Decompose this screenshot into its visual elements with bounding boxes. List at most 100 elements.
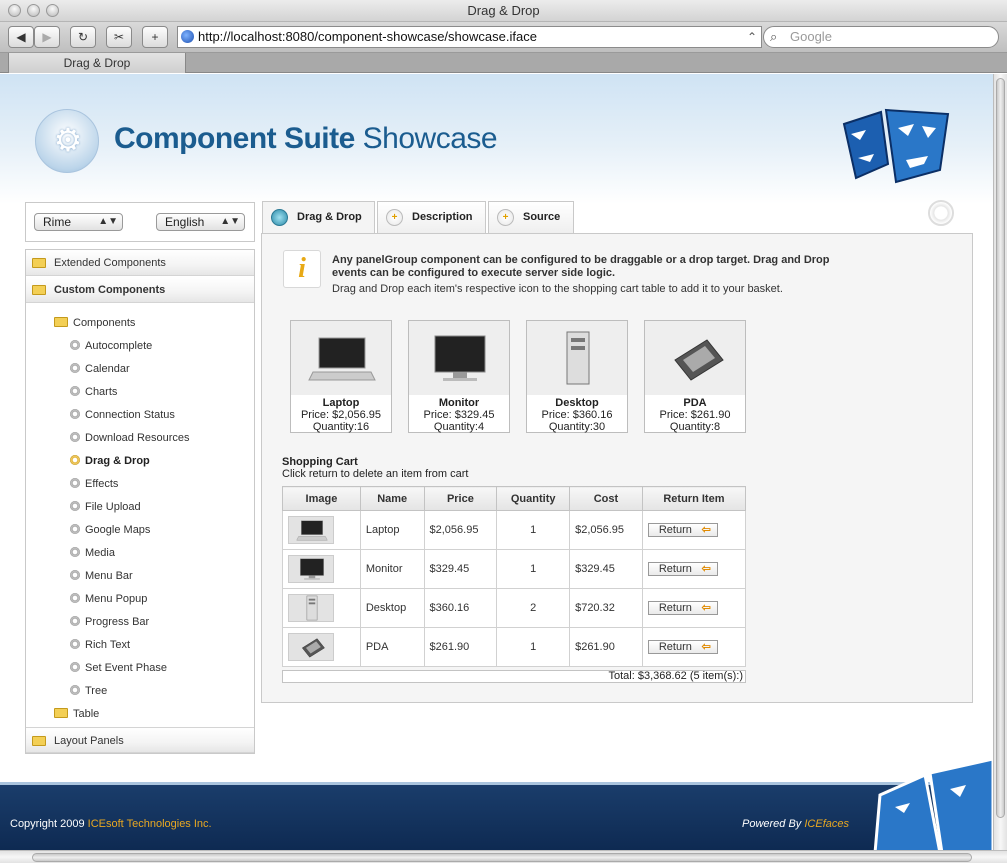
tab-source[interactable]: + Source xyxy=(488,201,574,233)
vertical-scrollbar[interactable] xyxy=(993,74,1007,850)
cart-item-image xyxy=(282,588,361,628)
cart-item-action: Return ⇦ xyxy=(641,627,747,667)
sidebar-item[interactable]: Set Event Phase xyxy=(70,659,167,677)
return-button[interactable]: Return ⇦ xyxy=(647,562,718,576)
zoom-window-button[interactable] xyxy=(46,4,59,17)
component-navigation: Extended Components Custom Components Co… xyxy=(25,249,255,754)
draggable-product[interactable]: Desktop Price: $360.16 Quantity:30 xyxy=(526,320,628,433)
horizontal-scrollbar[interactable] xyxy=(0,850,1007,863)
language-select[interactable]: English ▲▼ xyxy=(156,213,245,231)
draggable-product[interactable]: Monitor Price: $329.45 Quantity:4 xyxy=(408,320,510,433)
nav-components-folder[interactable]: Components xyxy=(54,314,135,332)
cart-item-image xyxy=(282,627,361,667)
component-gear-icon xyxy=(70,386,80,396)
product-name: PDA xyxy=(683,397,707,409)
folder-icon xyxy=(54,317,68,327)
nav-layout-panels[interactable]: Layout Panels xyxy=(26,727,254,753)
nav-table-folder[interactable]: Table xyxy=(54,705,99,723)
sidebar-item[interactable]: Autocomplete xyxy=(70,337,152,355)
shopping-cart-subtitle: Click return to delete an item from cart xyxy=(282,468,469,480)
column-header: Price xyxy=(423,486,498,511)
table-row: Laptop $2,056.95 1 $2,056.95 Return ⇦ xyxy=(282,510,747,550)
reload-button[interactable]: ↻ xyxy=(70,26,96,48)
sidebar-item[interactable]: Effects xyxy=(70,475,118,493)
icesoft-link[interactable]: ICEsoft Technologies Inc. xyxy=(88,818,212,830)
browser-tab[interactable]: Drag & Drop xyxy=(8,53,186,73)
loading-status-icon xyxy=(928,200,954,226)
tab-description[interactable]: + Description xyxy=(377,201,486,233)
brand-title: Component Suite Showcase xyxy=(114,122,498,156)
component-gear-icon xyxy=(70,432,80,442)
column-header: Return Item xyxy=(641,486,747,511)
shopping-cart-table[interactable]: Image Name Price Quantity Cost Return Item La… xyxy=(282,486,747,667)
product-image-pda[interactable] xyxy=(645,321,745,395)
cart-total: Total: $3,368.62 (5 item(s):) xyxy=(282,670,746,683)
cart-item-cost: $2,056.95 xyxy=(569,510,643,550)
copyright-label: Copyright 2009 xyxy=(10,818,88,830)
vertical-scroll-thumb[interactable] xyxy=(996,78,1005,818)
return-button[interactable]: Return ⇦ xyxy=(647,523,718,537)
draggable-product[interactable]: Laptop Price: $2,056.95 Quantity:16 xyxy=(290,320,392,433)
scissors-icon: ✂ xyxy=(113,30,125,44)
search-field[interactable]: ⌕ Google xyxy=(763,26,999,48)
product-image-monitor[interactable] xyxy=(409,321,509,395)
sidebar-item[interactable]: Download Resources xyxy=(70,429,190,447)
demo-description-bold: Any panelGroup component can be configur… xyxy=(332,254,830,279)
shopping-cart-title: Shopping Cart xyxy=(282,456,358,468)
tab-description-label: Description xyxy=(412,211,473,223)
sidebar-item[interactable]: File Upload xyxy=(70,498,141,516)
select-arrows-icon: ▲▼ xyxy=(220,216,240,227)
sidebar-item[interactable]: Progress Bar xyxy=(70,613,149,631)
sidebar-item-label: Rich Text xyxy=(85,639,131,651)
horizontal-scroll-thumb[interactable] xyxy=(32,853,972,862)
product-price: Price: $329.45 xyxy=(423,409,495,421)
sidebar-item[interactable]: Connection Status xyxy=(70,406,175,424)
sidebar-item[interactable]: Menu Bar xyxy=(70,567,133,585)
close-window-button[interactable] xyxy=(8,4,21,17)
draggable-product[interactable]: PDA Price: $261.90 Quantity:8 xyxy=(644,320,746,433)
snapback-button[interactable]: ✂ xyxy=(106,26,132,48)
return-button[interactable]: Return ⇦ xyxy=(647,640,718,654)
icefaces-link[interactable]: ICEfaces xyxy=(804,818,849,830)
add-bookmark-button[interactable]: + xyxy=(142,26,168,48)
cart-item-image xyxy=(282,510,361,550)
sidebar-item[interactable]: Drag & Drop xyxy=(70,452,150,470)
forward-button[interactable]: ▶ xyxy=(34,26,60,48)
address-bar[interactable]: http://localhost:8080/component-showcase… xyxy=(177,26,762,48)
nav-components-label: Components xyxy=(73,317,136,329)
sidebar-item[interactable]: Menu Popup xyxy=(70,590,147,608)
sidebar-item-label: Progress Bar xyxy=(85,616,150,628)
tab-plus-icon: + xyxy=(497,209,514,226)
sidebar-item[interactable]: Charts xyxy=(70,383,117,401)
browser-tab-strip: Drag & Drop xyxy=(0,53,1007,73)
address-chevron-icon[interactable]: ⌃ xyxy=(747,27,757,47)
product-image-laptop[interactable] xyxy=(291,321,391,395)
sidebar-item[interactable]: Media xyxy=(70,544,115,562)
cart-item-quantity: 1 xyxy=(496,549,571,589)
sidebar-item[interactable]: Rich Text xyxy=(70,636,130,654)
sidebar-item-label: Menu Bar xyxy=(85,570,133,582)
sidebar-item[interactable]: Calendar xyxy=(70,360,130,378)
column-header: Cost xyxy=(569,486,643,511)
sidebar-item[interactable]: Tree xyxy=(70,682,107,700)
nav-extended-label: Extended Components xyxy=(54,257,166,269)
sidebar-item-label: Google Maps xyxy=(85,524,151,536)
nav-custom-components[interactable]: Custom Components xyxy=(26,277,254,303)
return-button[interactable]: Return ⇦ xyxy=(647,601,718,615)
theme-select[interactable]: Rime ▲▼ xyxy=(34,213,123,231)
sidebar-item-label: Charts xyxy=(85,386,118,398)
product-thumbnail xyxy=(288,516,334,544)
minimize-window-button[interactable] xyxy=(27,4,40,17)
nav-extended-components[interactable]: Extended Components xyxy=(26,250,254,276)
language-select-value: English xyxy=(165,215,205,229)
site-globe-icon xyxy=(181,30,194,43)
tab-drag-drop-label: Drag & Drop xyxy=(297,211,362,223)
sidebar-item[interactable]: Google Maps xyxy=(70,521,150,539)
back-button[interactable]: ◀ xyxy=(8,26,34,48)
product-thumbnail xyxy=(288,633,334,661)
tab-drag-drop[interactable]: Drag & Drop xyxy=(262,201,375,234)
demo-panel: i Any panelGroup component can be config… xyxy=(261,233,973,703)
product-image-desktop[interactable] xyxy=(527,321,627,395)
component-gear-icon xyxy=(70,478,80,488)
preferences-box: Rime ▲▼ English ▲▼ xyxy=(25,202,255,242)
